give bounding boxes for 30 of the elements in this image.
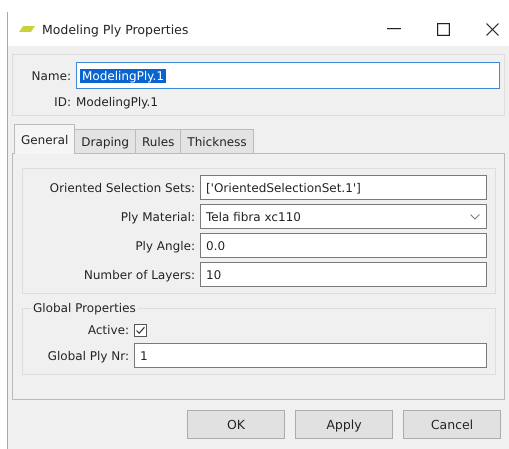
window-title: Modeling Ply Properties [42, 22, 188, 36]
field-label: Oriented Selection Sets: [48, 180, 195, 194]
tab[interactable]: General [14, 124, 76, 154]
id-value: ModelingPly.1 [76, 95, 158, 109]
id-label: ID: [53, 95, 71, 109]
maximize-icon[interactable] [437, 22, 450, 36]
tab[interactable]: Draping [74, 129, 136, 154]
global-ply-nr-field[interactable]: 1 [134, 343, 487, 368]
app-icon [18, 25, 36, 33]
dropdown[interactable]: Tela fibra xc110 [200, 204, 487, 229]
name-label: Name: [30, 68, 71, 82]
field-label: Ply Angle: [134, 238, 195, 252]
chevron-down-icon [470, 214, 480, 220]
minimize-icon[interactable] [387, 28, 401, 30]
dialog-button[interactable]: Apply [295, 410, 393, 439]
dialog-button[interactable]: Cancel [403, 410, 501, 439]
active-label: Active: [86, 323, 129, 337]
close-icon[interactable] [486, 22, 499, 36]
tab[interactable]: Thickness [180, 129, 254, 154]
dialog-button[interactable]: OK [187, 410, 285, 439]
checkbox[interactable] [134, 324, 147, 336]
field-label: Ply Material: [120, 210, 195, 224]
text-field[interactable]: ['OrientedSelectionSet.1'] [200, 175, 487, 200]
text-field[interactable]: 10 [200, 262, 487, 287]
text-field[interactable]: 0.0 [200, 233, 487, 258]
group-title: Global Properties [31, 301, 138, 315]
field-label: Number of Layers: [82, 268, 195, 282]
name-field[interactable]: ModelingPly.1 [76, 62, 500, 89]
tab[interactable]: Rules [135, 129, 182, 154]
global-ply-nr-label: Global Ply Nr: [46, 348, 129, 362]
